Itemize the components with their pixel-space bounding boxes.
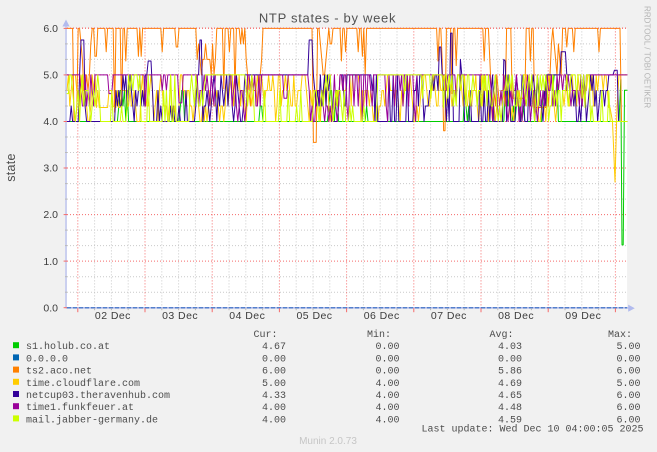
svg-text:time1.funkfeuer.at: time1.funkfeuer.at — [26, 402, 134, 414]
svg-text:time.cloudflare.com: time.cloudflare.com — [26, 378, 140, 390]
svg-text:2.0: 2.0 — [43, 209, 58, 221]
svg-text:Min:: Min: — [367, 329, 391, 341]
svg-text:07 Dec: 07 Dec — [431, 310, 467, 322]
svg-text:Avg:: Avg: — [489, 330, 513, 341]
svg-text:5.00: 5.00 — [616, 342, 640, 353]
svg-text:mail.jabber-germany.de: mail.jabber-germany.de — [26, 414, 158, 426]
svg-text:0.0: 0.0 — [43, 302, 58, 314]
svg-text:03 Dec: 03 Dec — [162, 310, 198, 322]
svg-text:04 Dec: 04 Dec — [229, 310, 265, 322]
svg-text:0.00: 0.00 — [375, 354, 399, 365]
svg-text:Last update: Wed Dec 10 04:00:: Last update: Wed Dec 10 04:00:05 2025 — [421, 424, 643, 436]
svg-text:state: state — [4, 153, 18, 182]
svg-text:6.00: 6.00 — [616, 367, 640, 378]
svg-text:06 Dec: 06 Dec — [364, 310, 400, 322]
svg-text:5.00: 5.00 — [262, 379, 286, 390]
svg-text:0.00: 0.00 — [498, 354, 522, 365]
svg-text:0.0.0.0: 0.0.0.0 — [26, 354, 68, 365]
svg-text:0.00: 0.00 — [262, 354, 286, 365]
svg-text:4.33: 4.33 — [262, 391, 286, 402]
svg-text:4.69: 4.69 — [498, 379, 522, 390]
svg-text:0.00: 0.00 — [375, 367, 399, 378]
svg-text:s1.holub.co.at: s1.holub.co.at — [26, 341, 110, 353]
svg-text:02 Dec: 02 Dec — [95, 310, 131, 322]
svg-text:6.00: 6.00 — [616, 403, 640, 414]
svg-text:4.48: 4.48 — [498, 403, 522, 414]
svg-text:4.65: 4.65 — [498, 391, 522, 402]
svg-text:05 Dec: 05 Dec — [297, 310, 333, 322]
svg-text:ts2.aco.net: ts2.aco.net — [26, 367, 92, 378]
svg-text:4.00: 4.00 — [375, 415, 399, 426]
svg-text:0.00: 0.00 — [616, 354, 640, 365]
svg-text:4.00: 4.00 — [375, 391, 399, 402]
svg-text:3.0: 3.0 — [43, 163, 58, 175]
svg-text:4.00: 4.00 — [262, 415, 286, 426]
svg-text:Munin 2.0.73: Munin 2.0.73 — [299, 436, 357, 447]
svg-text:NTP states - by week: NTP states - by week — [259, 11, 396, 26]
svg-text:08 Dec: 08 Dec — [498, 310, 534, 322]
svg-text:4.67: 4.67 — [262, 342, 286, 353]
svg-text:09 Dec: 09 Dec — [565, 310, 601, 322]
svg-text:4.00: 4.00 — [375, 379, 399, 390]
svg-text:5.0: 5.0 — [43, 70, 58, 82]
svg-text:1.0: 1.0 — [43, 256, 58, 268]
svg-text:6.00: 6.00 — [616, 391, 640, 402]
svg-text:RRDTOOL / TOBI OETIKER: RRDTOOL / TOBI OETIKER — [643, 6, 652, 108]
svg-text:5.00: 5.00 — [616, 379, 640, 390]
svg-text:5.86: 5.86 — [498, 367, 522, 378]
svg-text:Max:: Max: — [608, 330, 632, 341]
svg-text:4.0: 4.0 — [43, 116, 58, 128]
svg-text:netcup03.theravenhub.com: netcup03.theravenhub.com — [26, 390, 170, 402]
svg-text:6.00: 6.00 — [262, 367, 286, 378]
svg-text:0.00: 0.00 — [375, 342, 399, 353]
svg-text:4.00: 4.00 — [262, 403, 286, 414]
svg-text:6.0: 6.0 — [43, 23, 58, 35]
svg-text:4.03: 4.03 — [498, 342, 522, 353]
svg-text:4.00: 4.00 — [375, 403, 399, 414]
svg-text:Cur:: Cur: — [253, 330, 277, 341]
